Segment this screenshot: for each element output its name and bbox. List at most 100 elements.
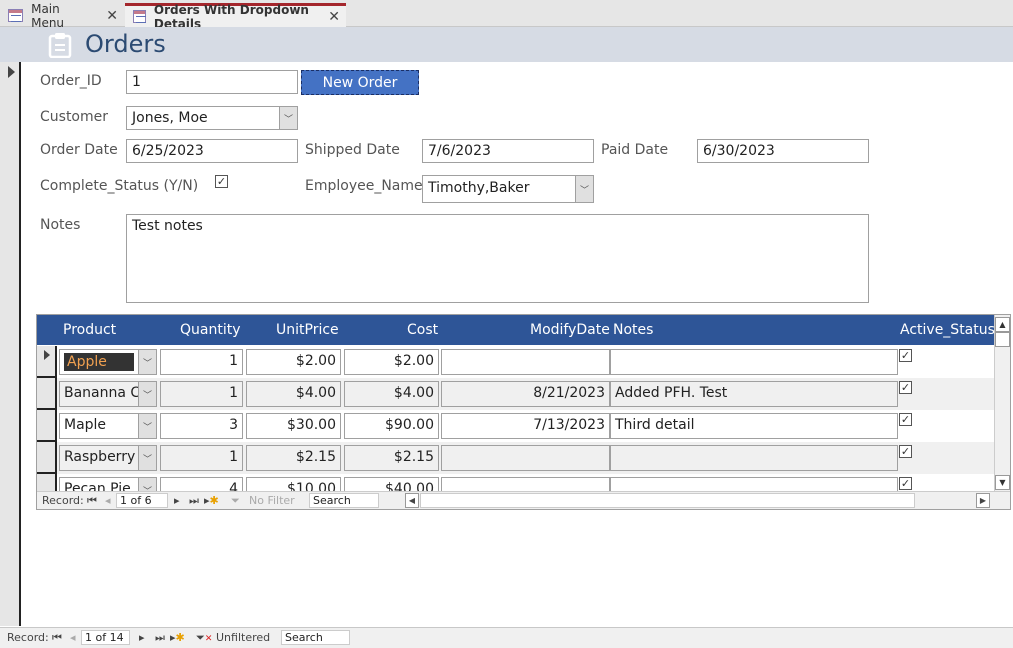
paid-date-field[interactable]: 6/30/2023 — [697, 139, 869, 163]
scroll-up-icon[interactable]: ▲ — [995, 317, 1010, 332]
chevron-down-icon[interactable]: ﹀ — [138, 414, 156, 438]
cell-notes[interactable]: Third detail — [610, 413, 898, 439]
cell-notes[interactable] — [610, 445, 898, 471]
cell-modify-date[interactable] — [441, 349, 610, 375]
close-icon[interactable]: ✕ — [106, 8, 118, 24]
row-selector[interactable] — [37, 346, 57, 378]
filter-status[interactable]: No Filter — [249, 494, 295, 507]
cell-notes[interactable] — [610, 349, 898, 375]
order-date-label: Order Date — [40, 142, 118, 158]
row-selector[interactable] — [37, 378, 57, 410]
cell-quantity[interactable]: 1 — [160, 381, 243, 407]
complete-status-checkbox[interactable]: ✓ — [215, 175, 228, 188]
cell-notes[interactable]: Added PFH. Test — [610, 381, 898, 407]
paid-date-label: Paid Date — [601, 142, 669, 158]
order-details-subform: Product Quantity UnitPrice Cost ModifyDa… — [36, 314, 1011, 510]
product-value: Maple — [64, 417, 107, 433]
filter-status[interactable]: Unfiltered — [216, 631, 270, 644]
vertical-scrollbar[interactable]: ▲ ▼ — [994, 315, 1010, 491]
column-header-modifydate[interactable]: ModifyDate — [530, 322, 610, 338]
first-record-icon[interactable]: ⏮ — [52, 631, 62, 645]
scroll-thumb[interactable] — [995, 332, 1010, 347]
cell-cost[interactable]: $2.00 — [344, 349, 439, 375]
employee-name-label: Employee_Name — [305, 178, 423, 194]
column-header-product[interactable]: Product — [63, 322, 116, 338]
record-position-field[interactable]: 1 of 6 — [116, 493, 168, 508]
chevron-down-icon[interactable]: ﹀ — [138, 446, 156, 470]
column-header-quantity[interactable]: Quantity — [180, 322, 241, 338]
cell-cost[interactable]: $2.15 — [344, 445, 439, 471]
product-value: Raspberry — [64, 449, 136, 465]
horizontal-scrollbar[interactable] — [420, 493, 915, 508]
cell-cost[interactable]: $4.00 — [344, 381, 439, 407]
order-date-field[interactable]: 6/25/2023 — [126, 139, 298, 163]
form-icon — [133, 10, 146, 23]
previous-record-icon[interactable]: ◂ — [70, 631, 76, 644]
last-record-icon[interactable]: ⏭ — [189, 494, 199, 508]
tab-orders-with-dropdown-details[interactable]: Orders With Dropdown Details ✕ — [125, 3, 346, 31]
cell-quantity[interactable]: 1 — [160, 445, 243, 471]
employee-name-combo[interactable]: Timothy,Baker ﹀ — [422, 175, 594, 203]
customer-value: Jones, Moe — [132, 110, 208, 126]
new-record-icon[interactable]: ▸✱ — [170, 631, 185, 644]
scroll-right-icon[interactable]: ▶ — [976, 493, 990, 508]
tab-main-menu[interactable]: Main Menu ✕ — [0, 1, 124, 30]
shipped-date-label: Shipped Date — [305, 142, 400, 158]
record-position-field[interactable]: 1 of 14 — [81, 630, 130, 645]
column-header-unitprice[interactable]: UnitPrice — [276, 322, 339, 338]
product-value: Apple — [64, 353, 134, 371]
active-status-checkbox[interactable]: ✓ — [899, 477, 912, 490]
search-input[interactable]: Search — [281, 630, 350, 645]
cell-unit-price[interactable]: $4.00 — [246, 381, 341, 407]
active-status-checkbox[interactable]: ✓ — [899, 413, 912, 426]
cell-modify-date[interactable]: 8/21/2023 — [441, 381, 610, 407]
cell-product[interactable]: Raspberry ﹀ — [59, 445, 157, 471]
previous-record-icon[interactable]: ◂ — [105, 494, 111, 507]
cell-modify-date[interactable] — [441, 445, 610, 471]
chevron-down-icon[interactable]: ﹀ — [575, 176, 593, 202]
tab-label: Main Menu — [31, 1, 65, 30]
subform-record-navigator: Record: ⏮ ◂ 1 of 6 ▸ ⏭ ▸✱ ⏷ No Filter Se… — [37, 491, 1010, 509]
close-icon[interactable]: ✕ — [328, 9, 340, 25]
new-order-button[interactable]: New Order — [301, 70, 419, 95]
last-record-icon[interactable]: ⏭ — [155, 631, 165, 645]
record-selector[interactable] — [0, 62, 21, 626]
next-record-icon[interactable]: ▸ — [139, 631, 145, 644]
column-header-active-status[interactable]: Active_Status — [900, 322, 995, 338]
active-status-checkbox[interactable]: ✓ — [899, 445, 912, 458]
order-id-field[interactable]: 1 — [126, 70, 298, 94]
document-tab-bar: Main Menu ✕ Orders With Dropdown Details… — [0, 0, 1013, 31]
new-record-icon[interactable]: ▸✱ — [204, 494, 219, 507]
cell-cost[interactable]: $90.00 — [344, 413, 439, 439]
scroll-down-icon[interactable]: ▼ — [995, 475, 1010, 490]
active-status-checkbox[interactable]: ✓ — [899, 381, 912, 394]
column-header-notes[interactable]: Notes — [613, 322, 653, 338]
customer-combo[interactable]: Jones, Moe ﹀ — [126, 106, 298, 130]
form-icon — [8, 9, 24, 22]
first-record-icon[interactable]: ⏮ — [87, 494, 97, 508]
employee-name-value: Timothy,Baker — [428, 180, 530, 196]
row-selector[interactable] — [37, 410, 57, 442]
column-header-cost[interactable]: Cost — [407, 322, 438, 338]
notes-textarea[interactable]: Test notes — [126, 214, 869, 303]
cell-unit-price[interactable]: $2.00 — [246, 349, 341, 375]
scroll-left-icon[interactable]: ◀ — [405, 493, 419, 508]
cell-product[interactable]: Maple ﹀ — [59, 413, 157, 439]
active-status-checkbox[interactable]: ✓ — [899, 349, 912, 362]
search-input[interactable]: Search — [309, 493, 379, 508]
cell-quantity[interactable]: 3 — [160, 413, 243, 439]
shipped-date-field[interactable]: 7/6/2023 — [422, 139, 594, 163]
cell-unit-price[interactable]: $30.00 — [246, 413, 341, 439]
row-selector[interactable] — [37, 442, 57, 474]
cell-unit-price[interactable]: $2.15 — [246, 445, 341, 471]
grid-header: Product Quantity UnitPrice Cost ModifyDa… — [37, 315, 995, 345]
cell-product[interactable]: Bananna C ﹀ — [59, 381, 157, 407]
chevron-down-icon[interactable]: ﹀ — [138, 382, 156, 406]
next-record-icon[interactable]: ▸ — [174, 494, 180, 507]
cell-product[interactable]: Apple ﹀ — [59, 349, 157, 375]
cell-quantity[interactable]: 1 — [160, 349, 243, 375]
complete-status-label: Complete_Status (Y/N) — [40, 178, 199, 194]
chevron-down-icon[interactable]: ﹀ — [138, 350, 156, 374]
cell-modify-date[interactable]: 7/13/2023 — [441, 413, 610, 439]
chevron-down-icon[interactable]: ﹀ — [279, 107, 297, 129]
